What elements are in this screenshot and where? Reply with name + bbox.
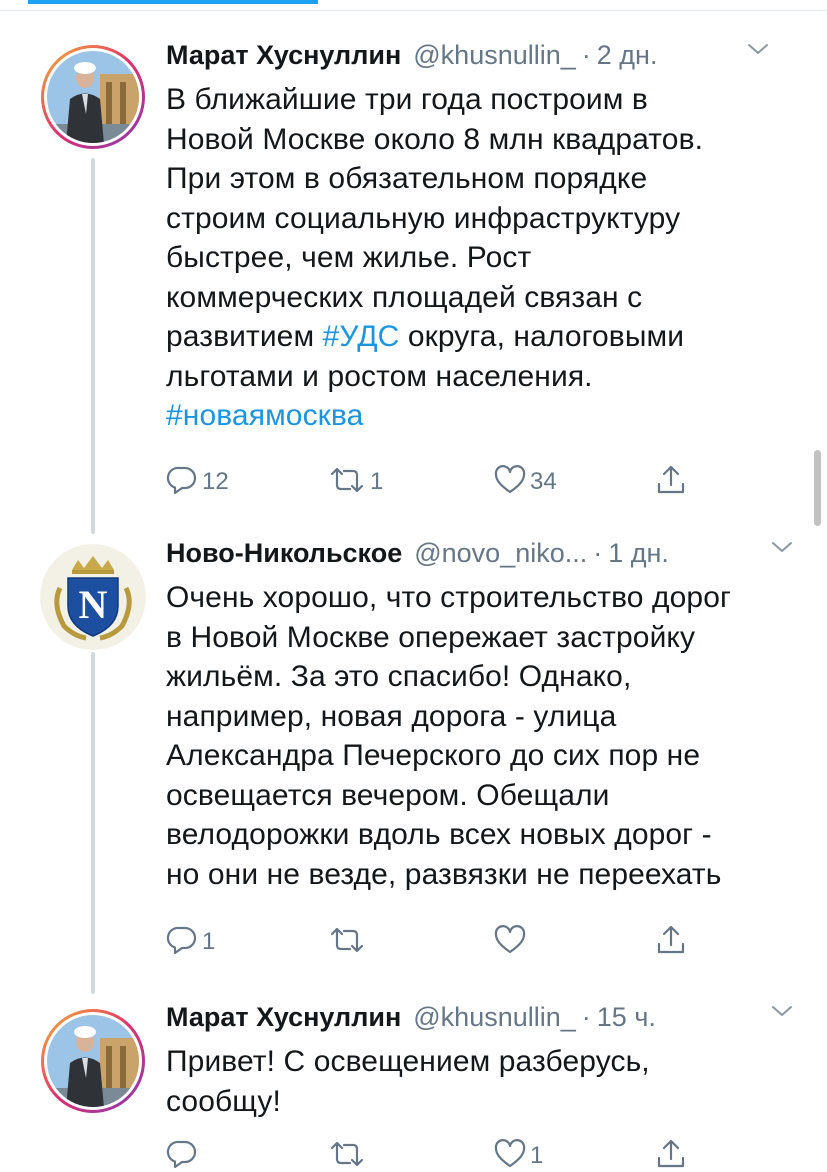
reply-button[interactable] — [166, 1138, 202, 1172]
like-button[interactable] — [494, 924, 530, 960]
active-tab-indicator — [28, 0, 318, 4]
tweet-content: Марат Хуснуллин @khusnullin_ · 15 ч. При… — [166, 1002, 807, 1121]
chevron-down-icon[interactable] — [771, 1004, 793, 1023]
like-button[interactable]: 1 — [494, 1138, 543, 1172]
text-line: строим социальную инфраструктуру — [166, 201, 681, 235]
text-line: велодорожки вдоль всех новых дорог - — [166, 818, 712, 851]
chevron-down-icon[interactable] — [747, 42, 769, 61]
share-icon — [656, 924, 686, 961]
reply-button[interactable]: 12 — [166, 464, 229, 500]
top-divider — [0, 10, 827, 11]
separator-dot: · — [581, 1002, 591, 1032]
text-line: коммерческих площадей связан с — [166, 280, 643, 314]
text-line: жильём. За это спасибо! Однако, — [166, 660, 632, 693]
reply-icon — [166, 925, 198, 960]
hashtag-link[interactable]: #УДС — [323, 320, 400, 353]
tweet-timestamp[interactable]: 2 дн. — [597, 40, 658, 71]
avatar[interactable]: N — [40, 544, 146, 650]
share-icon — [656, 1138, 686, 1172]
tweet-actions: 12 1 34 — [166, 464, 726, 500]
text-line: Очень хорошо, что строительство дорог — [166, 581, 732, 614]
author-name[interactable]: Ново-Никольское — [166, 538, 402, 569]
reply-icon — [166, 465, 198, 500]
text-line: освещается вечером. Обещали — [166, 778, 610, 812]
text-line: Александра Печерского до сих пор не — [166, 739, 701, 772]
separator-dot: · — [593, 538, 603, 568]
author-handle[interactable]: @novo_niko... — [414, 538, 587, 569]
like-count: 1 — [530, 1142, 544, 1169]
avatar[interactable] — [40, 44, 146, 150]
tweet-header: Марат Хуснуллин @khusnullin_ · 2 дн. — [166, 40, 807, 76]
reply-button[interactable]: 1 — [166, 924, 215, 960]
retweet-icon — [328, 925, 366, 960]
tweet-actions: 1 — [166, 924, 726, 960]
like-icon — [494, 924, 526, 960]
tweet-text: Очень хорошо, что строительство дорог в … — [166, 578, 807, 894]
text-line: в Новой Москве опережает застройку — [166, 620, 696, 654]
author-handle[interactable]: @khusnullin_ — [413, 1002, 576, 1033]
reply-count: 1 — [202, 928, 216, 955]
text-line: но они не везде, развязки не переехать — [166, 857, 722, 891]
retweet-icon — [328, 1139, 366, 1172]
retweet-count: 1 — [370, 468, 384, 495]
author-name[interactable]: Марат Хуснуллин — [166, 1002, 401, 1033]
hashtag-link[interactable]: #новаямосква — [166, 399, 363, 432]
share-button[interactable] — [656, 924, 686, 960]
like-button[interactable]: 34 — [494, 464, 557, 500]
tweet[interactable]: N Ново-Никольское @novo_niko... · 1 дн. … — [0, 532, 827, 972]
reply-icon — [166, 1139, 198, 1172]
text-line: В ближайшие три года построим в — [166, 83, 648, 116]
text-line: При этом в обязательном порядке — [166, 162, 648, 195]
retweet-button[interactable] — [328, 924, 370, 960]
share-button[interactable] — [656, 464, 686, 500]
text-line: льготами и ростом населения. — [166, 359, 593, 393]
author-handle[interactable]: @khusnullin_ — [413, 40, 576, 71]
author-name[interactable]: Марат Хуснуллин — [166, 40, 401, 71]
text-line: Новой Москве около 8 млн квадратов. — [166, 122, 704, 156]
text-line: Привет! С освещением разберусь, — [166, 1045, 650, 1078]
like-count: 34 — [530, 468, 557, 495]
tweet-timestamp[interactable]: 15 ч. — [597, 1002, 656, 1033]
text-line: развитием #УДС округа, налоговыми — [166, 320, 685, 353]
tweet-text: В ближайшие три года построим в Новой Мо… — [166, 80, 807, 436]
share-button[interactable] — [656, 1138, 686, 1172]
like-icon — [494, 464, 526, 500]
separator-dot: · — [581, 40, 591, 70]
reply-count: 12 — [202, 468, 229, 495]
text-line: #новаямосква — [166, 396, 807, 436]
text-line: например, новая дорога - улица — [166, 699, 617, 733]
text-line: сообщу! — [166, 1084, 281, 1118]
text-line: быстрее, чем жилье. Рост — [166, 241, 532, 274]
tweet[interactable]: Марат Хуснуллин @khusnullin_ · 2 дн. В б… — [0, 38, 827, 508]
retweet-button[interactable] — [328, 1138, 370, 1172]
share-icon — [656, 464, 686, 501]
tweet-header: Ново-Никольское @novo_niko... · 1 дн. — [166, 538, 807, 574]
svg-text:N: N — [79, 582, 108, 627]
tweet-actions: 1 — [166, 1138, 726, 1172]
like-icon — [494, 1138, 526, 1172]
retweet-icon — [328, 465, 366, 500]
avatar[interactable] — [40, 1008, 146, 1114]
chevron-down-icon[interactable] — [771, 540, 793, 559]
tweet-content: Марат Хуснуллин @khusnullin_ · 2 дн. В б… — [166, 40, 807, 436]
tweet[interactable]: Марат Хуснуллин @khusnullin_ · 15 ч. При… — [0, 996, 827, 1172]
retweet-button[interactable]: 1 — [328, 464, 383, 500]
tweet-timestamp[interactable]: 1 дн. — [608, 538, 669, 569]
tweet-header: Марат Хуснуллин @khusnullin_ · 15 ч. — [166, 1002, 807, 1038]
tweet-content: Ново-Никольское @novo_niko... · 1 дн. Оч… — [166, 538, 807, 894]
tweet-text: Привет! С освещением разберусь, сообщу! — [166, 1042, 807, 1121]
